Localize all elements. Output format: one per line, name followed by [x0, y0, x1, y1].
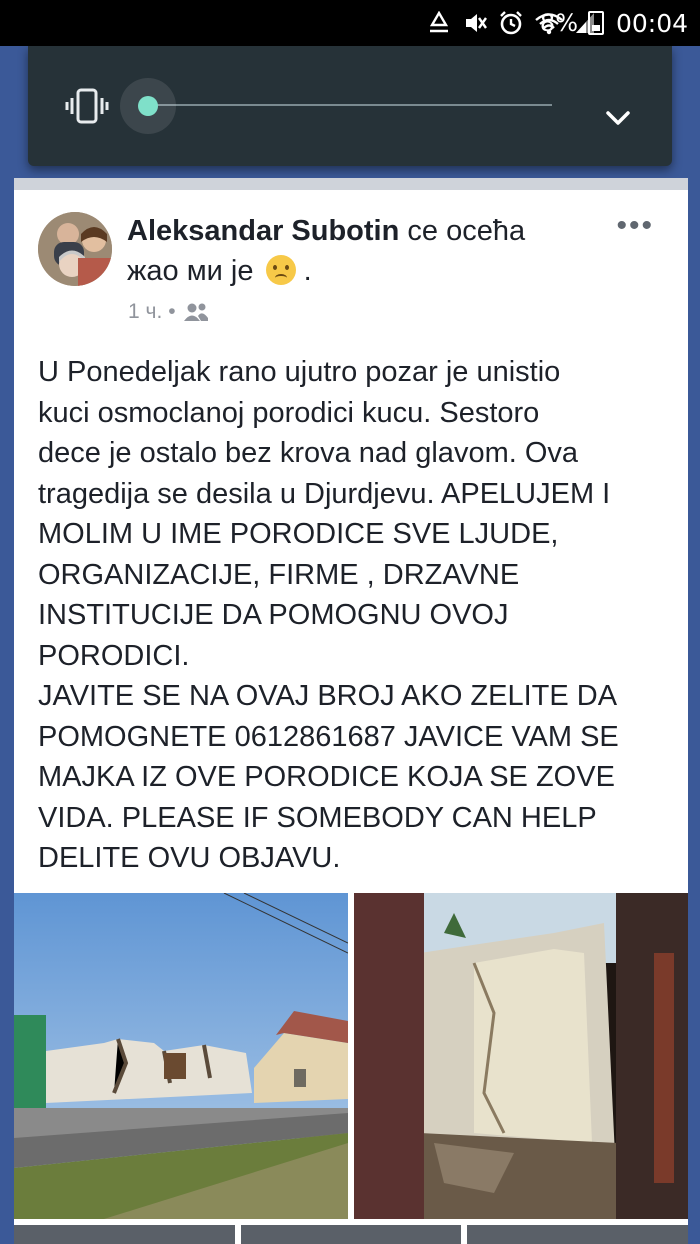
- more-options-icon[interactable]: •••: [616, 211, 654, 241]
- feed-divider: [14, 178, 688, 190]
- post-photo-exterior[interactable]: [14, 893, 348, 1219]
- volume-panel: [28, 46, 672, 166]
- post-time[interactable]: 1 ч.: [128, 300, 162, 324]
- avatar[interactable]: [38, 212, 112, 286]
- feeling-suffix: .: [295, 255, 312, 287]
- friends-icon: [183, 303, 208, 321]
- recycle-notification-icon: [429, 11, 449, 33]
- avatar-photo: [38, 212, 112, 286]
- battery-percentage: 8%: [539, 9, 578, 37]
- feeling-text: жао ми је: [127, 255, 254, 287]
- photo-thumbnail[interactable]: [240, 1225, 462, 1244]
- post-card: Aleksandar Subotin се осећа жао ми је . …: [14, 190, 689, 1244]
- photo-interior-image: [354, 893, 688, 1219]
- volume-slider-track[interactable]: [148, 104, 552, 106]
- post-meta: 1 ч. •: [128, 300, 210, 324]
- mute-vibrate-icon: [466, 14, 487, 32]
- sad-face-icon: [265, 255, 296, 285]
- volume-slider-thumb[interactable]: [138, 96, 158, 116]
- feeling-line: жао ми је .: [127, 252, 312, 290]
- photo-thumbnail-strip: [14, 1225, 689, 1244]
- post-header: Aleksandar Subotin се осећа: [127, 212, 607, 250]
- alarm-icon: [500, 11, 522, 35]
- chevron-down-icon[interactable]: [598, 98, 638, 138]
- photo-exterior-image: [14, 893, 348, 1219]
- battery-icon: [588, 11, 604, 35]
- status-bar: 8% 00:04: [0, 0, 700, 46]
- feeling-prefix: се осећа: [399, 215, 526, 247]
- photo-thumbnail[interactable]: [14, 1225, 235, 1244]
- photo-thumbnail[interactable]: [467, 1225, 689, 1244]
- meta-separator: •: [168, 300, 176, 323]
- vibrate-icon[interactable]: [64, 86, 110, 126]
- post-body: U Ponedeljak rano ujutro pozar je unisti…: [38, 356, 619, 874]
- author-name[interactable]: Aleksandar Subotin: [127, 215, 399, 247]
- post-photo-interior[interactable]: [354, 893, 688, 1219]
- clock: 00:04: [615, 9, 688, 38]
